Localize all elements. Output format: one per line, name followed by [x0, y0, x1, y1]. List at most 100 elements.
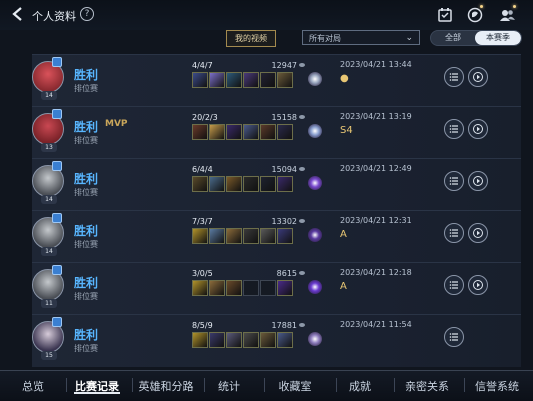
match-row[interactable]: 14 胜利 排位赛 4/4/7 12947 2023/04/21 13:44 ● — [32, 54, 521, 107]
match-row[interactable]: 14 胜利 排位赛 7/3/7 13302 2023/04/21 12:31 A — [32, 210, 521, 263]
match-mode: 排位赛 — [74, 188, 98, 197]
notification-dot — [513, 5, 516, 8]
replay-button[interactable] — [468, 67, 488, 87]
match-result: 胜利 — [74, 224, 99, 238]
match-date: 2023/04/21 13:19 — [340, 112, 412, 121]
match-date: 2023/04/21 12:31 — [340, 216, 412, 225]
achievement-tags: ● — [340, 73, 349, 84]
item-icon — [209, 332, 225, 348]
settings-globe-icon[interactable] — [466, 6, 484, 24]
gold-amount: 17881 — [271, 321, 297, 330]
back-arrow-icon[interactable] — [10, 6, 26, 22]
my-videos-button[interactable]: 我的视频 — [226, 30, 276, 47]
list-icon — [449, 73, 458, 81]
item-icon — [192, 280, 208, 296]
help-icon[interactable]: ? — [80, 7, 94, 21]
bottom-tab[interactable]: 统计 — [206, 378, 252, 394]
list-icon — [449, 177, 458, 185]
summoner-spell-icon — [308, 176, 322, 190]
item-icon — [277, 280, 293, 296]
tag-text: A — [340, 229, 347, 240]
seg-season[interactable]: 本赛季 — [475, 31, 521, 45]
item-icon — [226, 228, 242, 244]
match-date: 2023/04/21 12:49 — [340, 164, 412, 173]
item-icon — [243, 332, 259, 348]
champion-level: 14 — [41, 247, 57, 256]
match-result: 胜利 — [74, 328, 99, 342]
bottom-tab[interactable]: 收藏室 — [266, 378, 324, 394]
match-mode: 排位赛 — [74, 344, 98, 353]
match-date: 2023/04/21 11:54 — [340, 320, 412, 329]
details-list-button[interactable] — [444, 171, 464, 191]
list-icon — [449, 125, 458, 133]
kda: 4/4/7 — [192, 61, 213, 70]
match-result: 胜利 — [74, 172, 99, 186]
tab-separator — [204, 378, 205, 392]
achievement-tags: A — [340, 281, 347, 292]
replay-button[interactable] — [468, 223, 488, 243]
bottom-tab[interactable]: 成就 — [338, 378, 382, 394]
gold-amount: 15158 — [271, 113, 297, 122]
friends-icon[interactable] — [498, 6, 516, 24]
replay-button[interactable] — [468, 171, 488, 191]
summoner-spell-icon — [308, 124, 322, 138]
list-icon — [449, 281, 458, 289]
match-mode-select[interactable]: 所有对局 ⌄ — [302, 30, 420, 45]
kda: 3/0/5 — [192, 269, 213, 278]
match-row[interactable]: 15 胜利排位赛 8/5/9 17881 2023/04/21 11:54 — [32, 314, 521, 367]
seg-all[interactable]: 全部 — [431, 31, 475, 45]
achievement-tags: S4 — [340, 125, 353, 136]
rank-badge-icon — [52, 213, 62, 223]
details-list-button[interactable] — [444, 67, 464, 87]
item-icon — [277, 72, 293, 88]
details-list-button[interactable] — [444, 327, 464, 347]
bottom-tab[interactable]: 信誉系统 — [466, 378, 528, 394]
item-icon — [260, 228, 276, 244]
replay-button[interactable] — [468, 275, 488, 295]
calendar-icon[interactable] — [436, 6, 454, 24]
match-result: 胜利 — [74, 276, 99, 290]
tab-separator — [464, 378, 465, 392]
match-date: 2023/04/21 13:44 — [340, 60, 412, 69]
item-icon — [192, 332, 208, 348]
tag-text: ● — [340, 73, 349, 84]
chevron-down-icon: ⌄ — [405, 33, 413, 43]
tab-separator — [394, 378, 395, 392]
item-icon — [260, 332, 276, 348]
gold-icon — [299, 219, 305, 223]
details-list-button[interactable] — [444, 275, 464, 295]
champion-level: 15 — [41, 351, 57, 360]
match-row[interactable]: 13 胜利 排位赛 MVP 20/2/3 15158 2023/04/21 13:19 S4 — [32, 106, 521, 159]
gold-amount: 13302 — [271, 217, 297, 226]
match-row[interactable]: 14 胜利 排位赛 6/4/4 15094 2023/04/21 12:49 — [32, 158, 521, 211]
gold-amount: 12947 — [271, 61, 297, 70]
summoner-spell-icon — [308, 332, 322, 346]
summoner-spell-icon — [308, 228, 322, 242]
list-icon — [449, 333, 458, 341]
gold-icon — [299, 167, 305, 171]
bottom-tab[interactable]: 英雄和分路 — [134, 378, 198, 394]
mvp-badge: MVP — [105, 119, 128, 129]
season-toggle[interactable]: 全部 本赛季 — [430, 30, 522, 46]
kda: 6/4/4 — [192, 165, 213, 174]
bottom-tab[interactable]: 亲密关系 — [396, 378, 458, 394]
play-icon — [473, 72, 483, 82]
summoner-spell-icon — [308, 280, 322, 294]
match-row[interactable]: 11 胜利 排位赛 3/0/5 8615 2023/04/21 12:18 A — [32, 262, 521, 315]
details-list-button[interactable] — [444, 223, 464, 243]
details-list-button[interactable] — [444, 119, 464, 139]
kda: 8/5/9 — [192, 321, 213, 330]
item-icon — [209, 228, 225, 244]
champion-level: 14 — [41, 91, 57, 100]
item-icon — [277, 176, 293, 192]
item-icon — [260, 280, 276, 296]
match-date: 2023/04/21 12:18 — [340, 268, 412, 277]
match-result: 胜利 — [74, 68, 99, 82]
bottom-tab[interactable]: 总览 — [10, 378, 56, 394]
item-icon — [277, 124, 293, 140]
achievement-tags: A — [340, 229, 347, 240]
item-icon — [277, 332, 293, 348]
tab-separator — [264, 378, 265, 392]
match-mode: 排位赛 — [74, 292, 98, 301]
replay-button[interactable] — [468, 119, 488, 139]
